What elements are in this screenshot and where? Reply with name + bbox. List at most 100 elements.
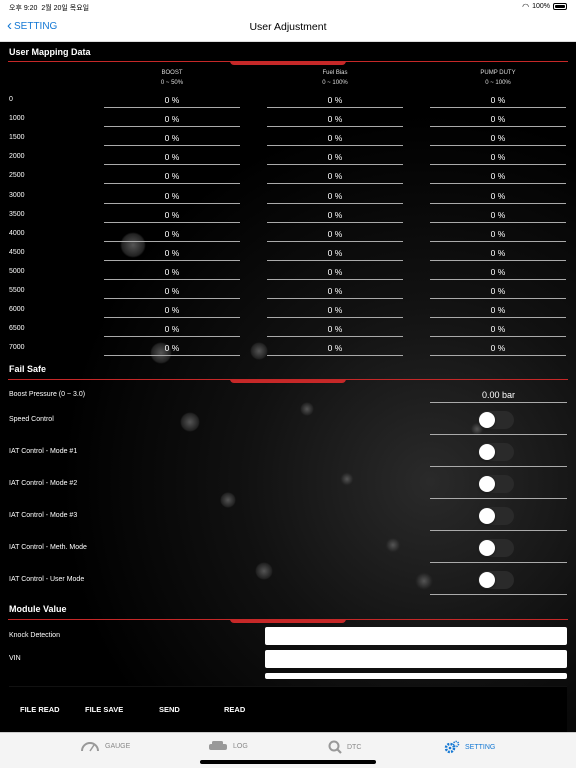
boost-cell[interactable]: 0 % xyxy=(104,111,240,128)
fuel-bias-cell[interactable]: 0 % xyxy=(267,283,403,299)
failsafe-toggle-switch[interactable] xyxy=(478,443,514,461)
boost-cell[interactable]: 0 % xyxy=(104,168,240,185)
rpm-row-label: 1500 xyxy=(9,134,25,142)
section-tab-marker xyxy=(230,619,346,623)
boost-cell[interactable]: 0 % xyxy=(104,92,240,108)
failsafe-toggle-label: IAT Control - Mode #2 xyxy=(9,480,78,487)
pump-duty-cell[interactable]: 0 % xyxy=(430,207,566,223)
boost-cell[interactable]: 0 % xyxy=(104,188,240,204)
fuel-bias-cell[interactable]: 0 % xyxy=(267,321,403,338)
tab-setting[interactable]: SETTING xyxy=(444,740,495,754)
pump-duty-cell[interactable]: 0 % xyxy=(430,321,566,338)
gear-icon xyxy=(444,740,460,754)
fuel-bias-cell[interactable]: 0 % xyxy=(267,168,403,185)
pump-duty-cell[interactable]: 0 % xyxy=(430,226,566,242)
failsafe-toggle-switch[interactable] xyxy=(478,571,514,589)
rpm-row-label: 3500 xyxy=(9,210,25,218)
fuel-bias-cell[interactable]: 0 % xyxy=(267,340,403,357)
pump-duty-cell[interactable]: 0 % xyxy=(430,92,566,108)
fuel-bias-cell[interactable]: 0 % xyxy=(267,111,403,128)
toggle-knob xyxy=(479,572,495,588)
boost-cell[interactable]: 0 % xyxy=(104,245,240,261)
pump-duty-cell[interactable]: 0 % xyxy=(430,111,566,128)
failsafe-toggle-row xyxy=(430,507,567,531)
section-title-mapping: User Mapping Data xyxy=(9,47,91,57)
boost-pressure-label: Boost Pressure (0 ~ 3.0) xyxy=(9,391,86,398)
search-icon xyxy=(328,740,342,754)
pump-duty-cell[interactable]: 0 % xyxy=(430,283,566,299)
status-time: 오후 9:20 2월 20일 목요일 xyxy=(9,5,90,12)
column-header-pump-duty: PUMP DUTY 0 ~ 100% xyxy=(480,70,516,86)
boost-cell[interactable]: 0 % xyxy=(104,283,240,299)
column-header-fuel-bias: Fuel Bias 0 ~ 100% xyxy=(322,70,348,86)
boost-cell[interactable]: 0 % xyxy=(104,340,240,357)
rpm-row-label: 3000 xyxy=(9,191,25,199)
home-indicator xyxy=(200,760,376,764)
boost-cell[interactable]: 0 % xyxy=(104,207,240,223)
tab-log[interactable]: LOG xyxy=(208,740,248,752)
read-button[interactable]: READ xyxy=(224,705,245,714)
file-read-button[interactable]: FILE READ xyxy=(20,705,60,714)
failsafe-toggle-label: IAT Control - User Mode xyxy=(9,576,85,583)
boost-cell[interactable]: 0 % xyxy=(104,302,240,319)
failsafe-toggle-switch[interactable] xyxy=(478,507,514,525)
fuel-bias-cell[interactable]: 0 % xyxy=(267,92,403,108)
failsafe-toggle-row xyxy=(430,475,567,499)
fuel-bias-cell[interactable]: 0 % xyxy=(267,264,403,280)
rpm-row-label: 6500 xyxy=(9,325,25,333)
tab-dtc[interactable]: DTC xyxy=(328,740,361,754)
fuel-bias-cell[interactable]: 0 % xyxy=(267,188,403,204)
fuel-bias-cell[interactable]: 0 % xyxy=(267,245,403,261)
failsafe-toggle-row xyxy=(430,571,567,595)
status-bar: 오후 9:20 2월 20일 목요일 ◠ 100% xyxy=(0,0,576,13)
pump-duty-cell[interactable]: 0 % xyxy=(430,302,566,319)
pump-duty-cell[interactable]: 0 % xyxy=(430,340,566,357)
file-save-button[interactable]: FILE SAVE xyxy=(85,705,123,714)
rpm-row-label: 6000 xyxy=(9,306,25,314)
pump-duty-cell[interactable]: 0 % xyxy=(430,149,566,166)
tab-gauge[interactable]: GAUGE xyxy=(80,740,130,752)
pump-duty-cell[interactable]: 0 % xyxy=(430,168,566,185)
battery-percent: 100% xyxy=(532,3,550,10)
failsafe-toggle-label: IAT Control - Mode #3 xyxy=(9,512,78,519)
vin-field[interactable] xyxy=(265,650,567,668)
failsafe-toggle-switch[interactable] xyxy=(478,411,514,429)
section-title-failsafe: Fail Safe xyxy=(9,364,47,374)
section-tab-marker xyxy=(230,379,346,383)
rpm-row-label: 4000 xyxy=(9,229,25,237)
failsafe-toggle-label: IAT Control - Meth. Mode xyxy=(9,544,87,551)
pump-duty-cell[interactable]: 0 % xyxy=(430,245,566,261)
fuel-bias-cell[interactable]: 0 % xyxy=(267,302,403,319)
settings-content[interactable]: User Mapping Data BOOST 0 ~ 50% Fuel Bia… xyxy=(0,42,576,732)
boost-cell[interactable]: 0 % xyxy=(104,226,240,242)
pump-duty-cell[interactable]: 0 % xyxy=(430,264,566,280)
wifi-icon: ◠ xyxy=(522,2,530,11)
navigation-bar: ‹ SETTING User Adjustment xyxy=(0,13,576,42)
failsafe-toggle-switch[interactable] xyxy=(478,539,514,557)
fuel-bias-cell[interactable]: 0 % xyxy=(267,226,403,242)
rpm-row-label: 2000 xyxy=(9,153,25,161)
failsafe-toggle-label: Speed Control xyxy=(9,416,54,423)
fuel-bias-cell[interactable]: 0 % xyxy=(267,207,403,223)
pump-duty-cell[interactable]: 0 % xyxy=(430,130,566,147)
pump-duty-cell[interactable]: 0 % xyxy=(430,188,566,204)
knock-detection-field[interactable] xyxy=(265,627,567,645)
toggle-knob xyxy=(479,540,495,556)
failsafe-toggle-switch[interactable] xyxy=(478,475,514,493)
failsafe-toggle-row xyxy=(430,443,567,467)
rpm-row-label: 1000 xyxy=(9,115,25,123)
next-field-partial[interactable] xyxy=(265,673,567,679)
boost-cell[interactable]: 0 % xyxy=(104,321,240,338)
failsafe-toggle-label: IAT Control - Mode #1 xyxy=(9,448,78,455)
page-title: User Adjustment xyxy=(249,21,327,33)
boost-cell[interactable]: 0 % xyxy=(104,130,240,147)
fuel-bias-cell[interactable]: 0 % xyxy=(267,130,403,147)
section-tab-marker xyxy=(230,61,346,65)
send-button[interactable]: SEND xyxy=(159,705,180,714)
rpm-row-label: 4500 xyxy=(9,248,25,256)
boost-cell[interactable]: 0 % xyxy=(104,149,240,166)
boost-pressure-input[interactable]: 0.00 bar xyxy=(430,388,567,403)
rpm-row-label: 2500 xyxy=(9,172,25,180)
fuel-bias-cell[interactable]: 0 % xyxy=(267,149,403,166)
boost-cell[interactable]: 0 % xyxy=(104,264,240,280)
